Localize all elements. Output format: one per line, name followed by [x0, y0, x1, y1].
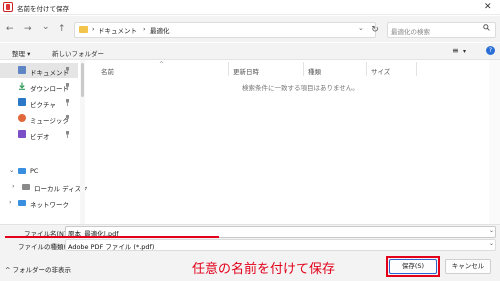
breadcrumb-optimize[interactable]: 最適化 [150, 25, 170, 35]
sidebar-item-label: ダウンロード [30, 85, 69, 93]
sidebar-item-label: ミュージック [30, 117, 69, 125]
chevron-up-icon: ^ [5, 266, 11, 274]
title-bar [0, 0, 500, 15]
chevron-right-icon[interactable]: › [9, 198, 12, 206]
pin-icon[interactable] [65, 131, 70, 140]
file-type-value[interactable]: Adobe PDF ファイル (*.pdf) [68, 241, 154, 251]
column-header-type[interactable]: 種類 [308, 66, 321, 76]
breadcrumb-separator: › [143, 25, 146, 33]
column-divider[interactable] [366, 62, 367, 76]
sort-up-icon: ^ [159, 61, 165, 68]
back-arrow-icon[interactable]: ← [6, 24, 14, 34]
column-header-size[interactable]: サイズ [371, 66, 390, 76]
annotation-text: 任意の名前を付けて保存 [192, 262, 336, 277]
pin-icon[interactable] [65, 99, 70, 108]
search-icon [483, 24, 490, 33]
folder-icon [79, 26, 88, 33]
picture-icon [18, 98, 26, 106]
chevron-right-icon[interactable]: › [12, 182, 15, 190]
annotation-underline [5, 236, 219, 238]
refresh-icon[interactable]: ↻ [368, 22, 382, 38]
chevron-down-icon[interactable]: ⌄ [9, 166, 14, 174]
view-options-icon[interactable]: ≡ [452, 46, 459, 55]
file-type-dropdown-icon[interactable]: ⌄ [489, 240, 494, 247]
forward-arrow-icon[interactable]: → [24, 24, 32, 34]
column-divider[interactable] [228, 62, 229, 76]
file-name-dropdown-icon[interactable]: ⌄ [489, 227, 494, 234]
disk-icon [22, 184, 30, 190]
column-divider[interactable] [303, 62, 304, 76]
sidebar-item-label: ドキュメント [30, 69, 69, 77]
acrobat-app-icon [3, 2, 13, 12]
video-icon [18, 130, 26, 138]
pc-icon [18, 168, 26, 174]
sidebar-item-label: ビデオ [30, 133, 50, 141]
hide-folders-toggle[interactable]: ^ フォルダーの非表示 [5, 264, 71, 274]
sidebar-item-label: ピクチャ [30, 101, 56, 109]
breadcrumb-documents[interactable]: ドキュメント [98, 25, 137, 35]
recent-locations-chevron-icon[interactable]: ⌄ [42, 22, 50, 32]
help-icon[interactable]: ? [486, 46, 495, 55]
document-icon [18, 66, 26, 74]
music-icon [18, 114, 26, 122]
empty-results-message: 検索条件に一致する項目はありません。 [242, 84, 359, 92]
file-list-scrollbar[interactable] [489, 60, 500, 224]
view-options-chevron-icon[interactable]: ▾ [463, 48, 466, 55]
pin-icon[interactable] [65, 67, 70, 76]
cancel-button[interactable]: キャンセル [445, 259, 491, 274]
window-title: 名前を付けて保存 [17, 5, 69, 13]
address-dropdown-icon[interactable]: ⌄ [358, 24, 364, 32]
close-icon[interactable]: ✕ [484, 2, 492, 12]
pin-icon[interactable] [65, 83, 70, 92]
search-placeholder: 最適化の検索 [391, 28, 430, 36]
organize-menu-button[interactable]: 整理 ▾ [12, 48, 30, 58]
pin-icon[interactable] [65, 115, 70, 124]
download-icon [18, 82, 26, 90]
up-arrow-icon[interactable]: ↑ [58, 24, 66, 34]
new-folder-button[interactable]: 新しいフォルダー [52, 48, 104, 58]
sidebar-scrollbar-thumb[interactable] [81, 63, 84, 97]
sidebar-item-label: PC [30, 167, 39, 175]
breadcrumb-separator: › [92, 25, 95, 33]
hide-folders-label: フォルダーの非表示 [12, 266, 72, 274]
column-header-modified[interactable]: 更新日時 [233, 66, 259, 76]
network-icon [18, 200, 26, 206]
column-header-name[interactable]: 名前 [101, 66, 114, 76]
column-divider[interactable] [416, 62, 417, 76]
sidebar-item-label: ネットワーク [30, 201, 69, 209]
save-button[interactable]: 保存(S) [389, 259, 437, 274]
